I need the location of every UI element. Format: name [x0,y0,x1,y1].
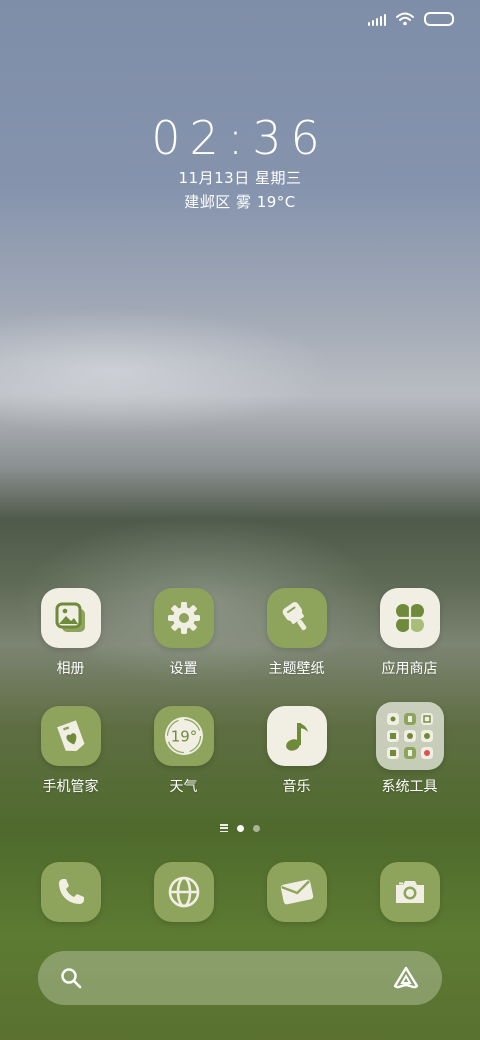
search-input[interactable] [96,968,378,988]
security-icon [40,706,101,766]
clock-time: 02:36 [151,111,329,165]
app-store[interactable]: 应用商店 [353,588,466,678]
camera-icon [379,862,440,922]
weather-icon: 19° [153,706,214,766]
app-grid: 相册 设置 主题壁纸 应用商店 手机管家 19° 天气 音乐 系统工具 [14,588,466,796]
app-label: 手机管家 [42,779,99,795]
dock [14,862,466,922]
messages-icon [266,862,327,922]
dock-browser[interactable] [127,862,240,922]
page-dot [253,824,260,832]
app-label: 设置 [169,661,198,677]
app-gallery[interactable]: 相册 [14,588,127,678]
assistant-icon[interactable] [392,965,420,991]
wifi-icon [396,12,414,26]
app-label: 应用商店 [381,661,438,677]
app-label: 主题壁纸 [268,661,325,677]
dock-messages[interactable] [240,862,353,922]
page-dot-active [237,824,244,832]
app-weather[interactable]: 19° 天气 [127,706,240,796]
browser-icon [153,862,214,922]
weather-badge: 19° [170,728,197,746]
paint-roller-icon [266,588,327,648]
app-label: 音乐 [282,779,311,795]
folder-icon [375,702,444,770]
app-settings[interactable]: 设置 [127,588,240,678]
app-security[interactable]: 手机管家 [14,706,127,796]
menu-icon [220,824,228,832]
app-folder-system-tools[interactable]: 系统工具 [353,702,466,796]
dock-phone[interactable] [14,862,127,922]
app-store-icon [379,588,440,648]
app-label: 系统工具 [381,779,438,795]
app-label: 天气 [169,779,198,795]
app-label: 相册 [56,661,85,677]
gallery-icon [40,588,101,648]
phone-icon [40,862,101,922]
search-icon [61,968,82,989]
clock-widget[interactable]: 02:36 11月13日 星期三 建邺区 雾 19°C [0,110,480,214]
status-bar [368,12,454,26]
clock-date: 11月13日 星期三 [178,169,302,187]
music-note-icon [266,706,327,766]
dock-camera[interactable] [353,862,466,922]
battery-icon [424,12,454,26]
search-bar[interactable] [38,951,442,1005]
clock-weather: 建邺区 雾 19°C [184,193,296,211]
gear-icon [153,588,214,648]
page-indicator[interactable] [0,824,480,832]
app-music[interactable]: 音乐 [240,706,353,796]
signal-icon [368,12,386,26]
app-themes[interactable]: 主题壁纸 [240,588,353,678]
